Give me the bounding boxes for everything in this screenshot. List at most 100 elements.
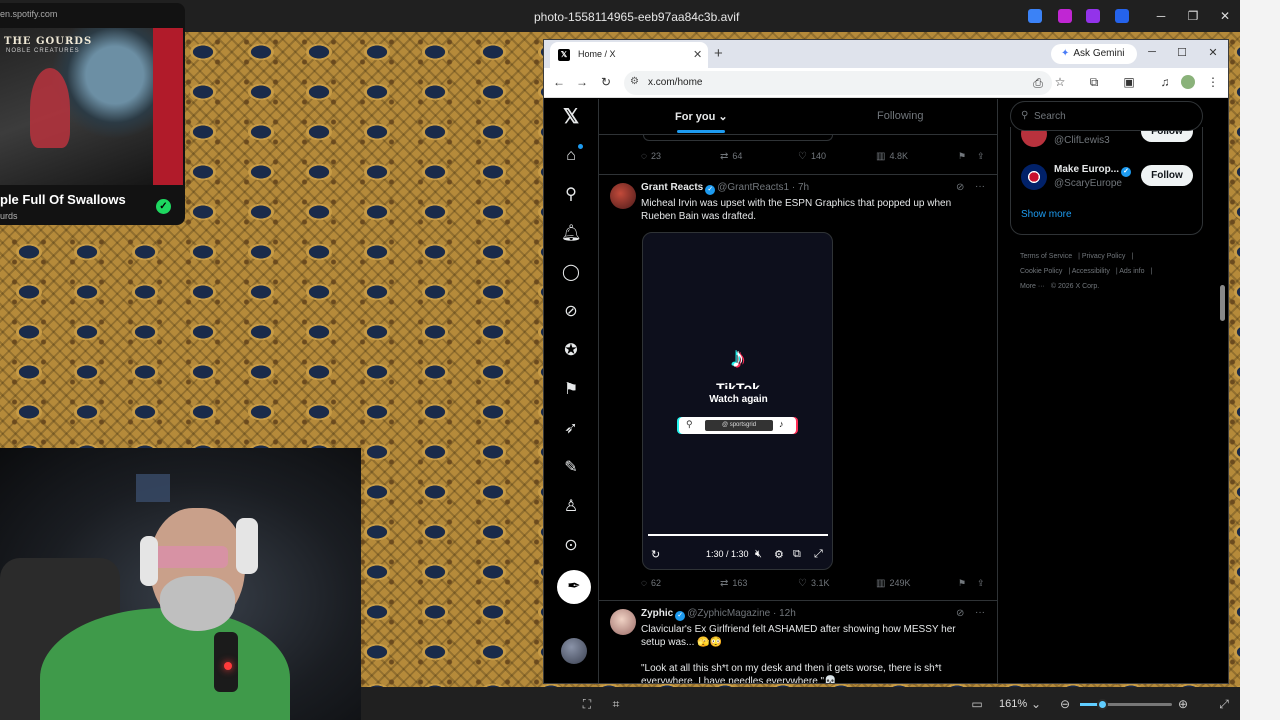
onedrive-icon[interactable] bbox=[1115, 9, 1129, 23]
business-icon[interactable]: ➶ bbox=[561, 419, 581, 439]
messages-icon[interactable]: ◯ bbox=[561, 263, 581, 283]
forward-icon[interactable]: → bbox=[575, 75, 589, 89]
profile-avatar[interactable] bbox=[1181, 75, 1195, 89]
follow-button[interactable]: Follow bbox=[1141, 165, 1193, 186]
clipchamp-icon[interactable] bbox=[1086, 9, 1100, 23]
browser-close-icon[interactable]: ✕ bbox=[1206, 46, 1220, 59]
accessibility-link[interactable]: Accessibility bbox=[1072, 268, 1110, 275]
install-app-icon[interactable]: ⎙ bbox=[1031, 76, 1045, 90]
side-panel-icon[interactable]: ▣ bbox=[1122, 75, 1136, 89]
suggested-handle[interactable]: @ClifLewis3 bbox=[1054, 135, 1110, 146]
zoom-in-icon[interactable]: ⊕ bbox=[1176, 697, 1190, 711]
mute-icon[interactable]: 🔇︎ bbox=[755, 548, 762, 561]
replay-icon[interactable]: ↻ bbox=[651, 548, 660, 561]
chevron-down-icon[interactable]: ⌄ bbox=[1029, 697, 1043, 711]
bookmark-icon[interactable]: ⚑ bbox=[958, 151, 966, 162]
account-avatar[interactable] bbox=[561, 638, 587, 664]
album-art[interactable]: THE GOURDS NOBLE CREATURES bbox=[0, 28, 183, 185]
fullscreen-icon[interactable]: ⤢ bbox=[1217, 697, 1231, 711]
like-button[interactable]: ♡ 140 bbox=[798, 151, 826, 162]
fullscreen-video-icon[interactable]: ⤢ bbox=[814, 548, 823, 561]
post-button[interactable]: ✒ bbox=[557, 570, 591, 604]
page-scrollbar[interactable] bbox=[1220, 285, 1225, 321]
tab-for-you[interactable]: For you ⌄ bbox=[675, 110, 728, 123]
browser-minimize-icon[interactable]: ─ bbox=[1145, 46, 1159, 58]
back-icon[interactable]: ← bbox=[552, 75, 566, 89]
explore-icon[interactable]: ⚲ bbox=[561, 185, 581, 205]
ads-info-link[interactable]: Ads info bbox=[1119, 268, 1144, 275]
bookmarks-icon[interactable]: ⚑ bbox=[561, 380, 581, 400]
minimize-icon[interactable]: ─ bbox=[1153, 8, 1169, 24]
video-player[interactable]: ♪ TikTok Watch again ⚲ @ sportsgrid ♪ ↻ … bbox=[642, 232, 833, 570]
extensions-icon[interactable]: ⧉ bbox=[1087, 75, 1101, 89]
repost-button[interactable]: ⇄ 163 bbox=[720, 578, 747, 589]
pip-icon[interactable]: ⧉ bbox=[793, 548, 801, 561]
post-grant-reacts[interactable]: Grant Reacts ✓ @GrantReacts1 · 7h ⊘ ··· Mi… bbox=[599, 174, 997, 600]
zoom-slider-thumb[interactable] bbox=[1097, 699, 1109, 710]
x-logo-icon[interactable]: 𝕏 bbox=[561, 107, 581, 127]
zoom-slider[interactable] bbox=[1080, 699, 1172, 710]
effects-icon[interactable] bbox=[1058, 9, 1072, 23]
author-avatar[interactable] bbox=[610, 183, 636, 209]
views-button[interactable]: ▥ 249K bbox=[876, 578, 910, 589]
grok-explain-icon[interactable]: ⊘ bbox=[956, 608, 964, 619]
menu-icon[interactable]: ⋮ bbox=[1206, 75, 1220, 89]
bookmark-icon[interactable]: ⚑ bbox=[958, 578, 966, 589]
browser-maximize-icon[interactable]: ☐ bbox=[1175, 46, 1189, 59]
reply-button[interactable]: ◌ 62 bbox=[641, 578, 661, 589]
edit-icon[interactable] bbox=[1028, 9, 1042, 23]
video-progress-bar[interactable] bbox=[648, 534, 828, 536]
tab-close-icon[interactable]: ✕ bbox=[693, 48, 702, 61]
song-title[interactable]: ple Full Of Swallows bbox=[0, 192, 126, 207]
verified-icon[interactable]: ✪ bbox=[561, 341, 581, 361]
site-info-icon[interactable]: ⚙ bbox=[630, 76, 639, 87]
close-icon[interactable]: ✕ bbox=[1217, 8, 1233, 24]
text-recognition-icon[interactable]: ⌗ bbox=[609, 697, 623, 711]
song-artist[interactable]: urds bbox=[0, 211, 18, 221]
saved-check-icon[interactable]: ✓ bbox=[156, 199, 171, 214]
zoom-out-icon[interactable]: ⊖ bbox=[1058, 697, 1072, 711]
post-more-icon[interactable]: ··· bbox=[975, 181, 985, 192]
views-button[interactable]: ▥ 4.8K bbox=[876, 151, 908, 162]
author-handle[interactable]: @ZyphicMagazine · 12h bbox=[687, 608, 796, 619]
articles-icon[interactable]: ✎ bbox=[561, 458, 581, 478]
share-icon[interactable]: ⇪ bbox=[977, 151, 985, 162]
grok-explain-icon[interactable]: ⊘ bbox=[956, 182, 964, 193]
suggested-handle[interactable]: @ScaryEurope bbox=[1054, 178, 1122, 189]
address-bar[interactable]: ⚙ x.com/home ⎙ bbox=[624, 71, 1052, 95]
cookie-link[interactable]: Cookie Policy bbox=[1020, 268, 1062, 275]
home-icon[interactable]: ⌂ bbox=[561, 146, 581, 166]
reply-button[interactable]: ◌ 23 bbox=[641, 151, 661, 162]
author-handle[interactable]: @GrantReacts1 · 7h bbox=[717, 182, 809, 193]
search-input[interactable]: ⚲ Search bbox=[1010, 101, 1203, 131]
author-name[interactable]: Zyphic bbox=[641, 608, 673, 619]
settings-icon[interactable]: ⚙ bbox=[774, 548, 784, 561]
post-more-icon[interactable]: ··· bbox=[975, 607, 985, 618]
notifications-icon[interactable]: 🔔︎ bbox=[561, 224, 581, 244]
suggested-avatar[interactable] bbox=[1021, 164, 1047, 190]
media-controls-icon[interactable]: ♫ bbox=[1158, 75, 1172, 89]
like-button[interactable]: ♡ 3.1K bbox=[798, 578, 829, 589]
watch-again-label[interactable]: Watch again bbox=[643, 394, 832, 405]
share-icon[interactable]: ⇪ bbox=[977, 578, 985, 589]
ask-gemini-button[interactable]: ✦ Ask Gemini bbox=[1051, 44, 1137, 64]
bookmark-star-icon[interactable]: ☆ bbox=[1053, 75, 1067, 89]
more-icon[interactable]: ⊙ bbox=[561, 536, 581, 556]
new-tab-icon[interactable]: + bbox=[714, 45, 723, 62]
fit-screen-icon[interactable]: ▭ bbox=[970, 697, 984, 711]
reload-icon[interactable]: ↻ bbox=[599, 75, 613, 89]
terms-link[interactable]: Terms of Service bbox=[1020, 253, 1072, 260]
more-link[interactable]: More ··· bbox=[1020, 283, 1045, 290]
suggested-name[interactable]: Make Europ... ✓ bbox=[1054, 164, 1133, 177]
profile-icon[interactable]: ♙ bbox=[561, 497, 581, 517]
privacy-link[interactable]: Privacy Policy bbox=[1082, 253, 1126, 260]
tab-x-home[interactable]: 𝕏 Home / X ✕ bbox=[550, 42, 708, 68]
repost-button[interactable]: ⇄ 64 bbox=[720, 151, 742, 162]
crop-icon[interactable]: ⛶ bbox=[580, 697, 594, 711]
zoom-level[interactable]: 161% bbox=[999, 698, 1027, 710]
author-avatar[interactable] bbox=[610, 609, 636, 635]
grok-icon[interactable]: ⊘ bbox=[561, 302, 581, 322]
tab-following[interactable]: Following bbox=[877, 110, 923, 122]
author-name[interactable]: Grant Reacts bbox=[641, 182, 703, 193]
maximize-icon[interactable]: ❐ bbox=[1185, 8, 1201, 24]
